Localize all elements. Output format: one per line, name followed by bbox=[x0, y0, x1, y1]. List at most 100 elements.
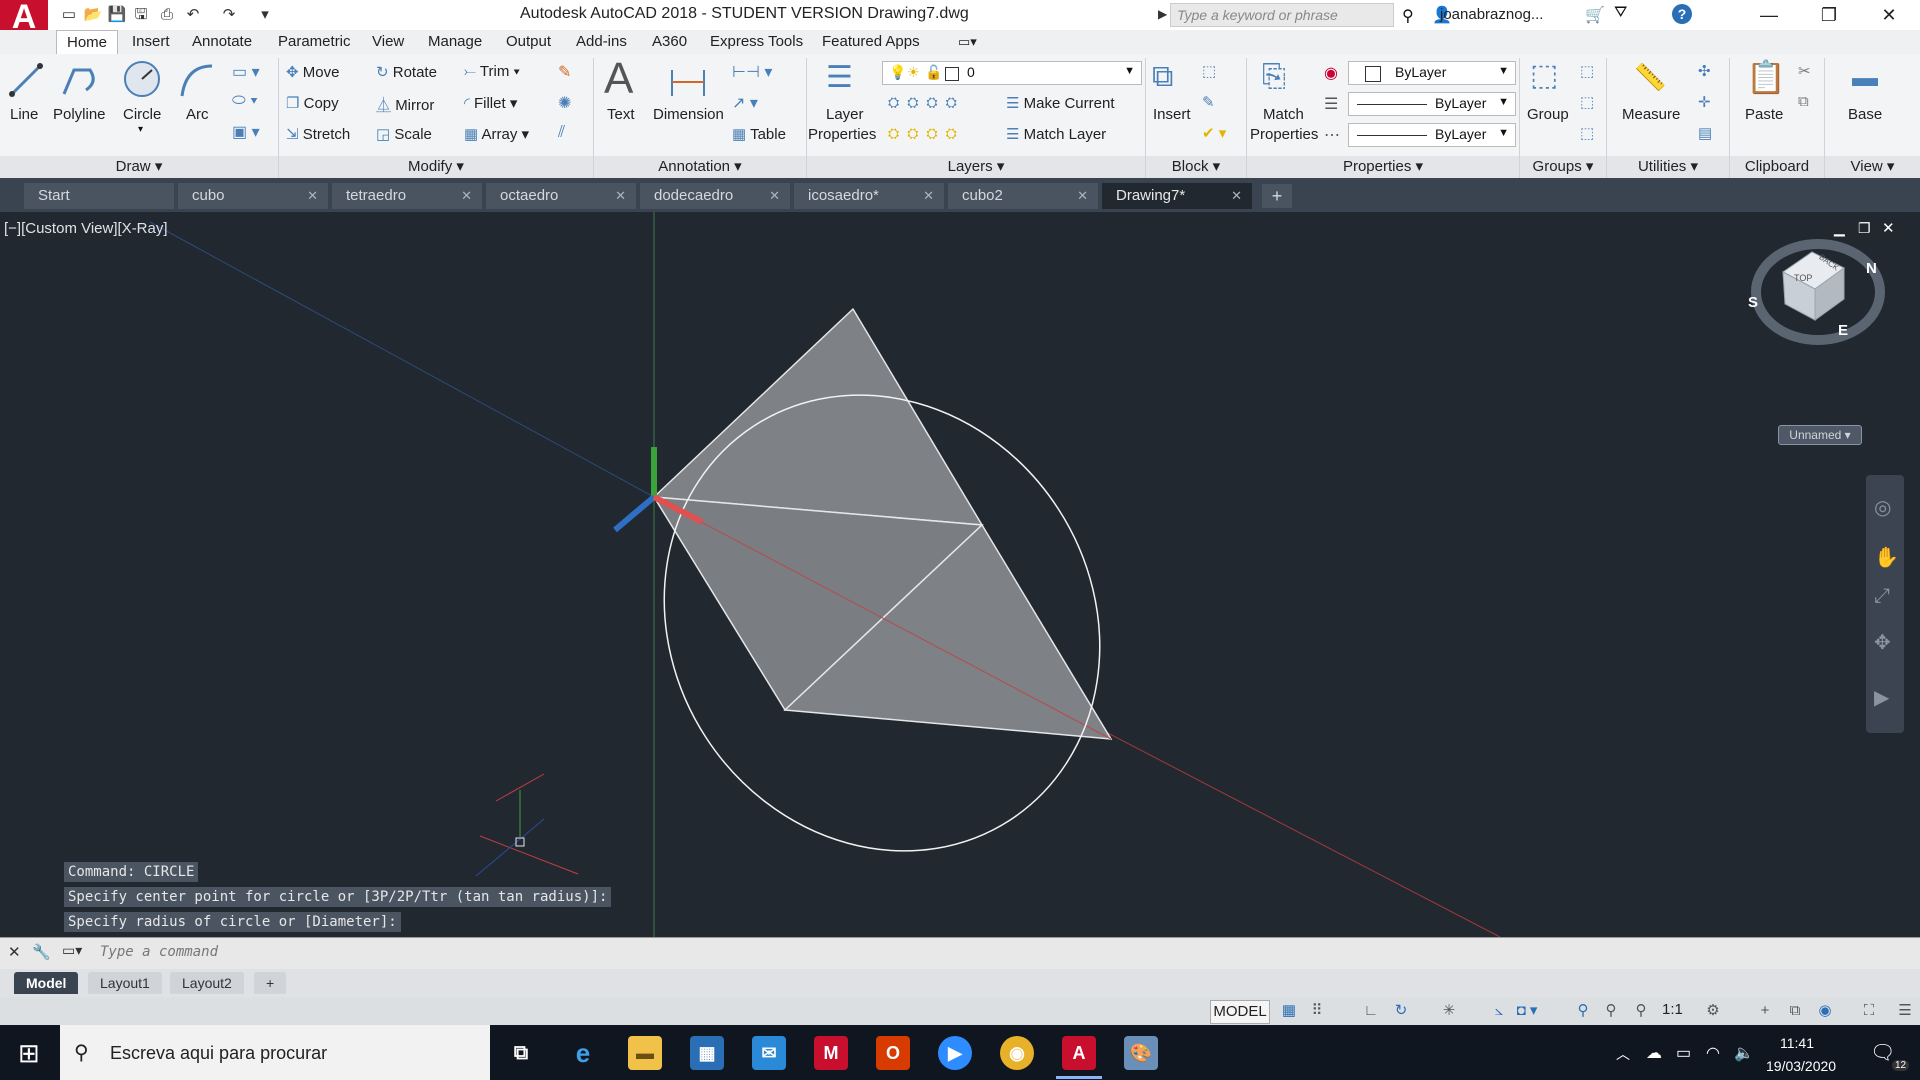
hardware-acceleration-icon[interactable]: ◉ bbox=[1814, 1001, 1836, 1021]
file-tab-cubo[interactable]: cubo ✕ bbox=[178, 183, 328, 209]
polyline-icon[interactable] bbox=[60, 60, 100, 100]
id-point-icon[interactable]: ✛ bbox=[1698, 93, 1711, 111]
panel-title-clipboard[interactable]: Clipboard bbox=[1730, 156, 1824, 178]
tab-manage[interactable]: Manage bbox=[428, 30, 482, 54]
insert-block-icon[interactable]: ⧉ bbox=[1152, 60, 1173, 94]
group-edit-icon[interactable]: ⬚ bbox=[1580, 93, 1594, 111]
osnap-tracking-icon[interactable]: ✳ ▾ bbox=[1438, 1001, 1460, 1039]
clean-screen-icon[interactable]: ⛶ bbox=[1858, 1001, 1880, 1021]
annotation-visibility-icon[interactable]: ⚲ bbox=[1572, 1001, 1594, 1021]
panel-title-annotation[interactable]: Annotation ▾ bbox=[594, 156, 806, 178]
viewport-minimize-icon[interactable]: ▁ bbox=[1834, 220, 1845, 237]
search-input[interactable]: Type a keyword or phrase bbox=[1170, 3, 1394, 27]
pan-hand-icon[interactable]: ✋ bbox=[1874, 545, 1899, 570]
line-button[interactable]: Line bbox=[10, 106, 38, 123]
tab-parametric[interactable]: Parametric bbox=[278, 30, 351, 54]
stretch-button[interactable]: ⇲ Stretch bbox=[286, 125, 350, 143]
model-space-toggle[interactable]: MODEL bbox=[1210, 1000, 1270, 1024]
panel-title-view[interactable]: View ▾ bbox=[1825, 156, 1920, 178]
offset-icon[interactable]: ⫽ bbox=[558, 124, 565, 142]
open-file-icon[interactable]: 📂 bbox=[82, 4, 104, 26]
fillet-button[interactable]: ◜ Fillet ▾ bbox=[464, 94, 517, 112]
lineweight-dropdown[interactable]: ByLayer ▼ bbox=[1348, 123, 1516, 147]
file-tab-drawing7[interactable]: Drawing7* ✕ bbox=[1102, 183, 1252, 209]
base-button[interactable]: Base bbox=[1848, 106, 1882, 123]
viewport-restore-icon[interactable]: ❐ bbox=[1858, 220, 1871, 237]
task-view-icon[interactable]: ⧉ bbox=[504, 1036, 538, 1070]
close-icon[interactable]: ✕ bbox=[615, 183, 626, 209]
layer-tools-row1-icon[interactable]: ⛭⛭⛭⛭ bbox=[888, 94, 965, 111]
layer-properties-label-1[interactable]: Layer bbox=[826, 106, 864, 123]
grid-icon[interactable]: ▦ bbox=[1278, 1001, 1300, 1021]
restore-icon[interactable]: ❐ bbox=[1800, 0, 1858, 30]
taskbar-search-placeholder[interactable]: Escreva aqui para procurar bbox=[110, 1043, 327, 1064]
layer-properties-icon[interactable]: ☰ bbox=[826, 60, 853, 95]
tab-view[interactable]: View bbox=[372, 30, 404, 54]
zoom-icon[interactable]: ▶ bbox=[938, 1036, 972, 1070]
copy-button[interactable]: ❐ Copy bbox=[286, 94, 339, 112]
store-icon[interactable]: ▦ bbox=[690, 1036, 724, 1070]
array-button[interactable]: ▦ Array ▾ bbox=[464, 125, 529, 143]
dimension-button[interactable]: Dimension bbox=[653, 106, 724, 123]
tab-a360[interactable]: A360 bbox=[652, 30, 687, 54]
file-tab-cubo2[interactable]: cubo2 ✕ bbox=[948, 183, 1098, 209]
annotation-scale-value[interactable]: 1:1 bbox=[1662, 1001, 1683, 1018]
tab-express-tools[interactable]: Express Tools bbox=[710, 30, 803, 54]
explode-icon[interactable]: ✺ bbox=[558, 93, 571, 113]
linetype-dropdown[interactable]: ByLayer ▼ bbox=[1348, 92, 1516, 116]
steering-wheel-icon[interactable]: ◎ bbox=[1874, 495, 1891, 520]
erase-icon[interactable]: ✎ bbox=[558, 62, 571, 82]
close-icon[interactable]: ✕ bbox=[8, 943, 21, 961]
exchange-icon[interactable]: ⛛ bbox=[1614, 4, 1627, 22]
undo-icon[interactable]: ↶ bbox=[182, 4, 204, 26]
chrome-icon[interactable]: ◉ bbox=[1000, 1036, 1034, 1070]
ribbon-options-icon[interactable]: ▭▾ bbox=[958, 30, 977, 54]
calculator-icon[interactable]: ▤ bbox=[1698, 124, 1712, 142]
ungroup-icon[interactable]: ⬚ bbox=[1580, 62, 1594, 80]
auto-scale-icon[interactable]: ⚲ bbox=[1600, 1001, 1622, 1021]
showmotion-icon[interactable]: ▶ bbox=[1874, 685, 1889, 710]
file-tab-icosaedro[interactable]: icosaedro* ✕ bbox=[794, 183, 944, 209]
circle-button[interactable]: Circle bbox=[123, 106, 161, 123]
circle-icon[interactable] bbox=[122, 58, 162, 100]
file-tab-octaedro[interactable]: octaedro ✕ bbox=[486, 183, 636, 209]
layer-dropdown[interactable]: 💡 ☀ 🔓 0 ▼ bbox=[882, 61, 1142, 85]
windows-start-icon[interactable]: ⊞ bbox=[18, 1038, 40, 1069]
layout-tab-layout1[interactable]: Layout1 bbox=[88, 972, 162, 994]
clock-time[interactable]: 11:41 bbox=[1780, 1035, 1814, 1051]
paste-icon[interactable]: 📋 bbox=[1746, 58, 1786, 96]
command-prompt-icon[interactable]: ▭▾ bbox=[62, 942, 82, 959]
hatch-icon[interactable]: ⬭ ▾ bbox=[232, 92, 258, 110]
tab-home[interactable]: Home bbox=[56, 30, 119, 54]
compass-e-label[interactable]: E bbox=[1838, 322, 1848, 339]
mcafee-tray-icon[interactable]: ☁ bbox=[1646, 1043, 1662, 1063]
settings-icon[interactable]: ⚙ ▾ bbox=[1702, 1001, 1724, 1039]
panel-title-modify[interactable]: Modify ▾ bbox=[279, 156, 593, 178]
snap-icon[interactable]: ⠿ ▾ bbox=[1306, 1001, 1328, 1039]
close-icon[interactable]: ✕ bbox=[307, 183, 318, 209]
close-icon[interactable]: ✕ bbox=[769, 183, 780, 209]
orbit-icon[interactable]: ✥ bbox=[1874, 630, 1891, 655]
tab-featured-apps[interactable]: Featured Apps bbox=[822, 30, 920, 54]
panel-title-block[interactable]: Block ▾ bbox=[1146, 156, 1246, 178]
battery-icon[interactable]: ▭ bbox=[1676, 1043, 1691, 1063]
linear-dimension-icon[interactable]: ⊢⊣ ▾ bbox=[732, 62, 772, 82]
customization-icon[interactable]: ☰ bbox=[1894, 1001, 1916, 1021]
file-tab-tetraedro[interactable]: tetraedro ✕ bbox=[332, 183, 482, 209]
arc-icon[interactable] bbox=[176, 60, 216, 100]
text-button[interactable]: Text bbox=[607, 106, 635, 123]
close-icon[interactable]: ✕ bbox=[1860, 0, 1918, 30]
viewcube-top-label[interactable]: TOP bbox=[1794, 273, 1812, 283]
region-icon[interactable]: ▣ ▾ bbox=[232, 122, 260, 142]
block-attribute-icon[interactable]: ✔ ▾ bbox=[1202, 124, 1226, 142]
add-layout-button[interactable]: + bbox=[254, 972, 287, 994]
mirror-button[interactable]: ⏅ Mirror bbox=[376, 94, 434, 115]
isodraft-icon[interactable]: ⦣ bbox=[1488, 1001, 1510, 1021]
mcafee-icon[interactable]: M bbox=[814, 1036, 848, 1070]
close-icon[interactable]: ✕ bbox=[1231, 183, 1242, 209]
tray-chevron-icon[interactable]: ︿ bbox=[1616, 1044, 1630, 1064]
plus-icon[interactable]: + bbox=[1754, 1001, 1776, 1021]
polar-icon[interactable]: ↻ ▾ bbox=[1390, 1001, 1412, 1039]
clock-date[interactable]: 19/03/2020 bbox=[1766, 1058, 1836, 1074]
redo-icon[interactable]: ↷ bbox=[218, 4, 240, 26]
